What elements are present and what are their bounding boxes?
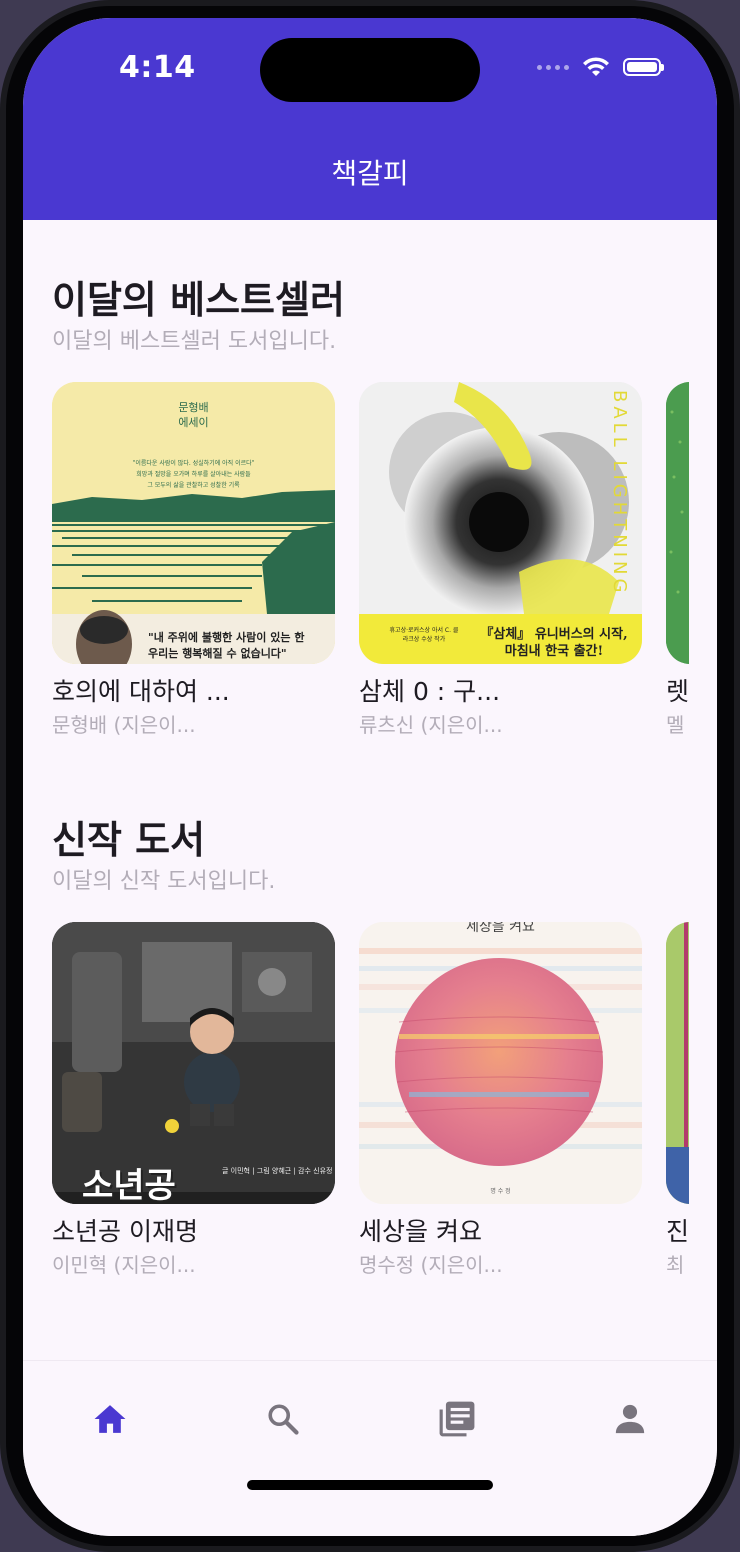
cover-quote: "이름다운 사람이 많다. 성실하기에 아직 이르다" xyxy=(132,460,255,467)
dynamic-island xyxy=(260,38,480,102)
book-author: 최 xyxy=(666,1253,685,1277)
book-author: 멜 xyxy=(666,713,685,737)
new-books-carousel[interactable]: 소년공 글 이민혁 | 그림 양혜근 | 감수 신유정 소년공 이재명 이민혁 … xyxy=(52,922,689,1278)
cover-title-text: 소년공 xyxy=(82,1166,176,1204)
section-title: 신작 도서 xyxy=(52,818,206,862)
section-title: 이달의 베스트셀러 xyxy=(52,278,345,322)
person-icon xyxy=(615,1404,645,1434)
book-title: 진 xyxy=(666,1217,689,1246)
nav-profile[interactable] xyxy=(600,1389,660,1449)
book-card[interactable]: 렛 멜 xyxy=(666,382,689,738)
library-icon xyxy=(439,1401,475,1437)
cover-title-text: 세상을 켜요 xyxy=(466,922,535,935)
book-cover[interactable]: 문형배 에세이 "이름다운 사람이 많다. 성실하기에 아직 이르다" 희망과 … xyxy=(52,382,335,664)
cover-tagline: "내 주위에 불행한 사람이 있는 한 xyxy=(148,631,305,644)
book-cover[interactable]: 세상을 켜요 명 수 정 xyxy=(359,922,642,1204)
cover-author: 문형배 xyxy=(178,401,209,414)
search-icon xyxy=(268,1404,299,1435)
book-cover[interactable]: BALL LIGHTNING 휴고상·로커스상 아서 C. 클라크상 수상 작가… xyxy=(359,382,642,664)
book-cover[interactable] xyxy=(666,922,689,1204)
home-indicator[interactable] xyxy=(247,1480,493,1490)
book-card[interactable]: 세상을 켜요 명 수 정 세상을 켜요 명수정 (지은이... xyxy=(359,922,642,1278)
app-screen: 4:14 책갈피 이달의 베스트셀러 이달의 베스트셀러 도서입니다. 문형배 … xyxy=(23,18,717,1536)
status-time: 4:14 xyxy=(119,50,196,85)
nav-search[interactable] xyxy=(253,1389,313,1449)
cover-quote: 희망과 절망을 오가며 하루를 살아내는 사람들 xyxy=(136,471,251,478)
book-title: 세상을 켜요 xyxy=(359,1217,482,1246)
book-author: 류츠신 (지은이... xyxy=(359,713,503,737)
new-books-section: 신작 도서 이달의 신작 도서입니다. 소년공 글 이민혁 | 그림 양혜근 |… xyxy=(52,818,717,1277)
book-card[interactable]: 소년공 글 이민혁 | 그림 양혜근 | 감수 신유정 소년공 이재명 이민혁 … xyxy=(52,922,335,1278)
book-author: 이민혁 (지은이... xyxy=(52,1253,196,1277)
app-bar: 4:14 책갈피 xyxy=(23,18,717,220)
cover-genre: 에세이 xyxy=(178,416,209,429)
cover-author-text: 명 수 정 xyxy=(490,1188,511,1195)
book-title: 삼체 0 : 구... xyxy=(359,677,501,706)
nav-library[interactable] xyxy=(427,1389,487,1449)
signal-icon xyxy=(537,64,569,70)
status-icons xyxy=(537,56,664,78)
section-subtitle: 이달의 신작 도서입니다. xyxy=(52,869,276,894)
book-cover[interactable] xyxy=(666,382,689,664)
book-title: 호의에 대하여 ... xyxy=(52,677,230,706)
wifi-icon xyxy=(583,57,609,76)
home-icon xyxy=(94,1405,126,1433)
battery-icon xyxy=(623,58,664,76)
cover-spine-text: BALL LIGHTNING xyxy=(609,390,630,597)
cover-credits: 글 이민혁 | 그림 양혜근 | 감수 신유정 xyxy=(222,1167,333,1175)
section-subtitle: 이달의 베스트셀러 도서입니다. xyxy=(52,329,337,354)
bestseller-section: 이달의 베스트셀러 이달의 베스트셀러 도서입니다. 문형배 에세이 "이름다운… xyxy=(52,278,717,737)
book-title: 소년공 이재명 xyxy=(52,1217,198,1246)
cover-tagline: 우리는 행복해질 수 없습니다" xyxy=(148,647,287,660)
app-title: 책갈피 xyxy=(331,157,409,190)
bottom-navigation xyxy=(23,1360,717,1536)
book-author: 명수정 (지은이... xyxy=(359,1253,503,1277)
bestseller-carousel[interactable]: 문형배 에세이 "이름다운 사람이 많다. 성실하기에 아직 이르다" 희망과 … xyxy=(52,382,689,738)
book-card[interactable]: BALL LIGHTNING 휴고상·로커스상 아서 C. 클라크상 수상 작가… xyxy=(359,382,642,738)
cover-banner: 『삼체』 유니버스의 시작, xyxy=(480,627,628,642)
nav-home[interactable] xyxy=(80,1389,140,1449)
book-author: 문형배 (지은이... xyxy=(52,713,196,737)
book-cover[interactable]: 소년공 글 이민혁 | 그림 양혜근 | 감수 신유정 xyxy=(52,922,335,1204)
cover-banner: 마침내 한국 출간! xyxy=(504,644,604,659)
cover-quote: 그 모두의 삶을 관찰하고 성찰한 기록 xyxy=(147,482,240,489)
book-card[interactable]: 진 최 xyxy=(666,922,689,1278)
book-card[interactable]: 문형배 에세이 "이름다운 사람이 많다. 성실하기에 아직 이르다" 희망과 … xyxy=(52,382,335,738)
book-title: 렛 xyxy=(666,677,689,706)
cover-award: 휴고상·로커스상 아서 C. 클라크상 수상 작가 xyxy=(389,627,459,643)
home-content[interactable]: 이달의 베스트셀러 이달의 베스트셀러 도서입니다. 문형배 에세이 "이름다운… xyxy=(23,220,717,1360)
